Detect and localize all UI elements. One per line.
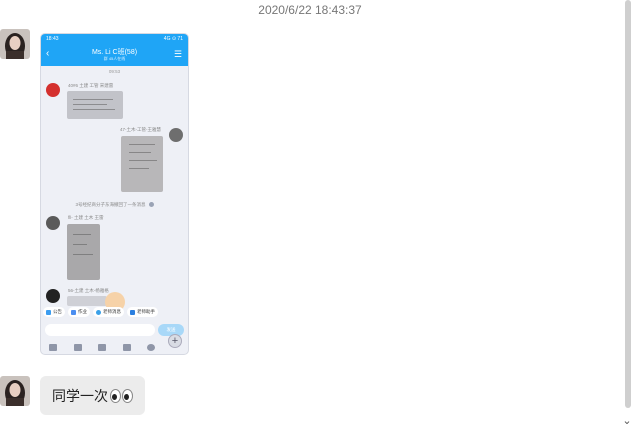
- phone-screenshot-image[interactable]: 18:43 4G ⊙ 71 ‹ Ms. Li C班(58) 群 45人在线 ☰ …: [40, 33, 189, 355]
- phone-chip-announcement: 公告: [43, 307, 65, 317]
- sender-avatar[interactable]: [0, 376, 30, 406]
- phone-bottom-bar: [41, 340, 188, 354]
- message-text: 同学一次: [52, 387, 108, 404]
- phone-photo: [121, 136, 163, 192]
- phone-toolbar: 公告 作业 老师消息 老师助手: [43, 307, 186, 317]
- phone-chat-header: ‹ Ms. Li C班(58) 群 45人在线 ☰: [41, 44, 188, 66]
- phone-chip-label: 老师消息: [103, 309, 121, 314]
- emoji-icon: [147, 343, 156, 351]
- phone-input-box: [45, 324, 155, 336]
- red-packet-icon: [122, 343, 131, 351]
- phone-notice-text: 3号经纪商分子东海撤回了一条消息: [75, 202, 146, 207]
- phone-avatar: [46, 83, 60, 97]
- scroll-to-bottom-icon[interactable]: ⌄: [621, 415, 633, 427]
- phone-chip-label: 老师助手: [137, 309, 155, 314]
- sender-avatar[interactable]: [0, 29, 30, 59]
- phone-photo: [67, 224, 100, 280]
- phone-system-notice: 3号经纪商分子东海撤回了一条消息: [41, 202, 188, 208]
- phone-chip-homework: 作业: [68, 307, 90, 317]
- phone-chip-teacher-message: 老师消息: [93, 307, 124, 317]
- vertical-scrollbar[interactable]: [625, 0, 631, 408]
- microphone-icon: [49, 343, 58, 351]
- info-icon: [148, 202, 154, 208]
- phone-chip-label: 公告: [53, 309, 62, 314]
- menu-icon: ☰: [173, 49, 182, 59]
- phone-sender-name: 47-土木-工管-王雅慧: [119, 127, 161, 132]
- phone-status-bar: 18:43 4G ⊙ 71: [41, 34, 188, 44]
- eyes-emoji-icon: [109, 388, 133, 403]
- timestamp: 2020/6/22 18:43:37: [258, 3, 362, 17]
- phone-sender-name: 56-土建 土木-杨雅格: [68, 288, 109, 293]
- phone-avatar: [46, 216, 60, 230]
- phone-status-time: 18:43: [46, 36, 59, 42]
- phone-sender-name: 40#6 土建 工管 宋建雷: [68, 83, 114, 88]
- phone-photo: [67, 296, 107, 306]
- phone-photo: [67, 91, 123, 119]
- phone-chat-subtitle: 群 45人在线: [103, 56, 126, 61]
- phone-sender-name: fll- 土建 土木 王雷: [68, 215, 104, 220]
- phone-time-label: 09:53: [108, 69, 121, 74]
- picture-icon: [73, 343, 82, 351]
- phone-chip-label: 作业: [78, 309, 87, 314]
- phone-avatar: [169, 128, 183, 142]
- phone-avatar: [46, 289, 60, 303]
- phone-chip-teacher-helper: 老师助手: [127, 307, 158, 317]
- phone-status-icons: 4G ⊙ 71: [163, 36, 183, 42]
- camera-icon: [98, 343, 107, 351]
- text-message-bubble[interactable]: 同学一次: [40, 376, 145, 415]
